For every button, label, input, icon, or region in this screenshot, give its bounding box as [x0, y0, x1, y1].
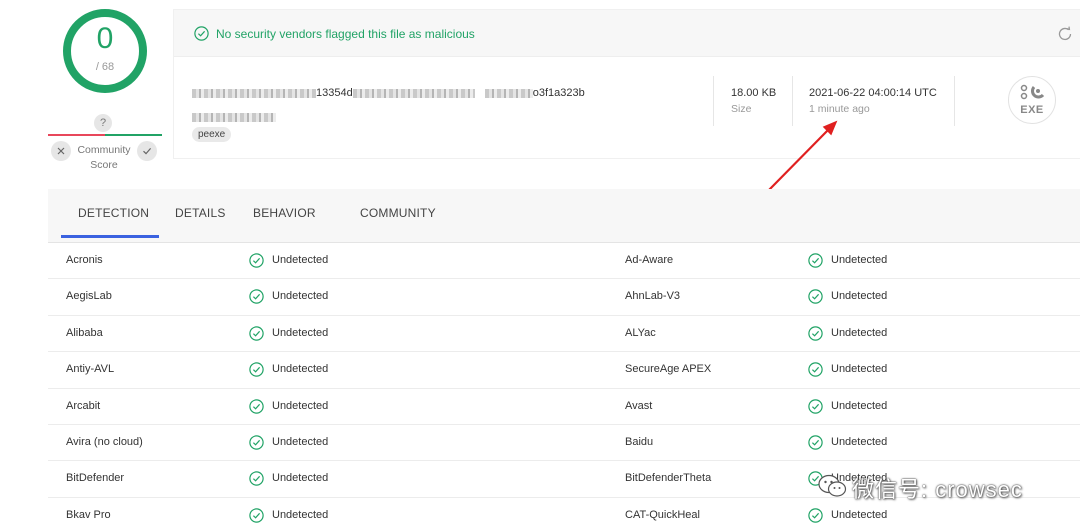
detection-result: Undetected: [831, 254, 888, 266]
file-size-label: Size: [731, 103, 752, 115]
table-row: Acronis Undetected Ad-Aware Undetected: [48, 243, 1080, 280]
detection-result: Undetected: [272, 363, 329, 376]
vendor-name: BitDefenderTheta: [625, 472, 712, 485]
check-circle-icon: [808, 435, 823, 450]
hash-fragment: o3f1a323b: [532, 87, 585, 99]
vote-malicious-button[interactable]: [51, 141, 71, 161]
detection-result: Undetected: [272, 290, 329, 303]
check-circle-icon: [249, 471, 264, 487]
check-circle-icon: [808, 508, 823, 523]
file-type-label: EXE: [1020, 104, 1044, 116]
file-summary-card: No security vendors flagged this file as…: [173, 9, 1080, 159]
vote-harmless-button[interactable]: [137, 141, 157, 161]
tab-details[interactable]: DETAILS: [175, 206, 226, 220]
file-hash[interactable]: 13354d o3f1a323b: [192, 87, 585, 99]
vendor-name: Alibaba: [66, 326, 103, 339]
file-name: [192, 109, 276, 127]
divider: [954, 76, 955, 126]
engine-total: / 68: [95, 61, 115, 73]
tab-community[interactable]: COMMUNITY: [360, 206, 436, 220]
score-divider: [48, 134, 162, 136]
divider: [713, 76, 714, 126]
tab-behavior[interactable]: BEHAVIOR: [253, 206, 316, 220]
reanalyze-icon[interactable]: [1056, 25, 1074, 43]
check-circle-icon: [808, 253, 823, 268]
annotation-arrow: [766, 120, 838, 193]
vendor-name: Avira (no cloud): [66, 435, 143, 448]
check-circle-icon: [808, 326, 823, 341]
vendor-name: Acronis: [66, 254, 103, 266]
check-circle-icon: [249, 253, 264, 268]
detection-result: Undetected: [272, 254, 329, 266]
vendor-name: Avast: [625, 399, 653, 412]
verdict-text: No security vendors flagged this file as…: [216, 27, 475, 41]
redacted-text: [352, 88, 475, 98]
check-circle-icon: [249, 362, 264, 377]
detection-result: Undetected: [831, 363, 888, 376]
wechat-icon: [818, 474, 847, 497]
detection-result: Undetected: [272, 508, 329, 521]
detection-result: Undetected: [831, 508, 888, 521]
tab-detection[interactable]: DETECTION: [78, 206, 149, 220]
detection-result: Undetected: [831, 290, 888, 303]
community-score-widget: 0 / 68 ? Community Score: [48, 0, 162, 175]
report-tabs: DETECTION DETAILS BEHAVIOR COMMUNITY: [48, 189, 1080, 243]
table-row: Antiy-AVL Undetected SecureAge APEX Unde…: [48, 352, 1080, 389]
detection-result: Undetected: [272, 399, 329, 412]
vendor-name: Antiy-AVL: [66, 363, 115, 376]
verdict-banner: No security vendors flagged this file as…: [174, 10, 1080, 57]
gear-cog-icon: [1020, 84, 1045, 100]
check-circle-icon: [249, 398, 264, 414]
check-circle-icon: [808, 398, 823, 414]
hash-fragment: 13354d: [316, 87, 353, 99]
check-circle-icon: [249, 508, 264, 523]
file-size-value: 18.00 KB: [731, 87, 777, 99]
vendor-name: AegisLab: [66, 290, 112, 303]
check-icon: [143, 148, 152, 155]
vendor-name: Bkav Pro: [66, 508, 111, 521]
detection-result: Undetected: [831, 326, 888, 339]
check-circle-icon: [249, 289, 264, 305]
table-row: AegisLab Undetected AhnLab-V3 Undetected: [48, 279, 1080, 316]
detection-count: 0: [96, 22, 114, 55]
file-type-exe-icon: EXE: [1008, 76, 1056, 124]
table-row: Arcabit Undetected Avast Undetected: [48, 389, 1080, 425]
check-circle-icon: [194, 26, 209, 41]
check-circle-icon: [808, 289, 823, 305]
vendor-name: SecureAge APEX: [625, 363, 712, 376]
detection-result: Undetected: [831, 435, 888, 448]
vendor-name: Ad-Aware: [625, 254, 674, 266]
vendor-name: AhnLab-V3: [625, 290, 681, 303]
detection-result: Undetected: [272, 326, 329, 339]
vendor-name: CAT-QuickHeal: [625, 508, 700, 521]
detection-result: Undetected: [831, 399, 888, 412]
check-circle-icon: [249, 435, 264, 450]
analysis-date: 2021-06-22 04:00:14 UTC: [809, 87, 937, 99]
redacted-text: [484, 88, 533, 98]
watermark-text: 微信号: crowsec: [852, 477, 1023, 502]
vendor-name: Arcabit: [66, 399, 101, 412]
table-row: Avira (no cloud) Undetected Baidu Undete…: [48, 425, 1080, 462]
vendor-name: ALYac: [625, 326, 656, 339]
detection-result: Undetected: [272, 435, 329, 448]
detection-result: Undetected: [272, 472, 329, 485]
check-circle-icon: [249, 326, 264, 341]
vendor-name: Baidu: [625, 435, 654, 448]
community-score-unknown-badge: ?: [94, 114, 112, 132]
vendor-name: BitDefender: [66, 472, 125, 485]
active-tab-indicator: [61, 235, 159, 238]
analysis-relative-time: 1 minute ago: [809, 103, 870, 115]
check-circle-icon: [808, 362, 823, 377]
redacted-text: [192, 113, 276, 123]
file-tag[interactable]: peexe: [192, 127, 232, 142]
redacted-text: [192, 88, 316, 98]
community-score-label: Community Score: [77, 144, 131, 171]
table-row: Alibaba Undetected ALYac Undetected: [48, 316, 1080, 353]
close-icon: [57, 147, 65, 155]
